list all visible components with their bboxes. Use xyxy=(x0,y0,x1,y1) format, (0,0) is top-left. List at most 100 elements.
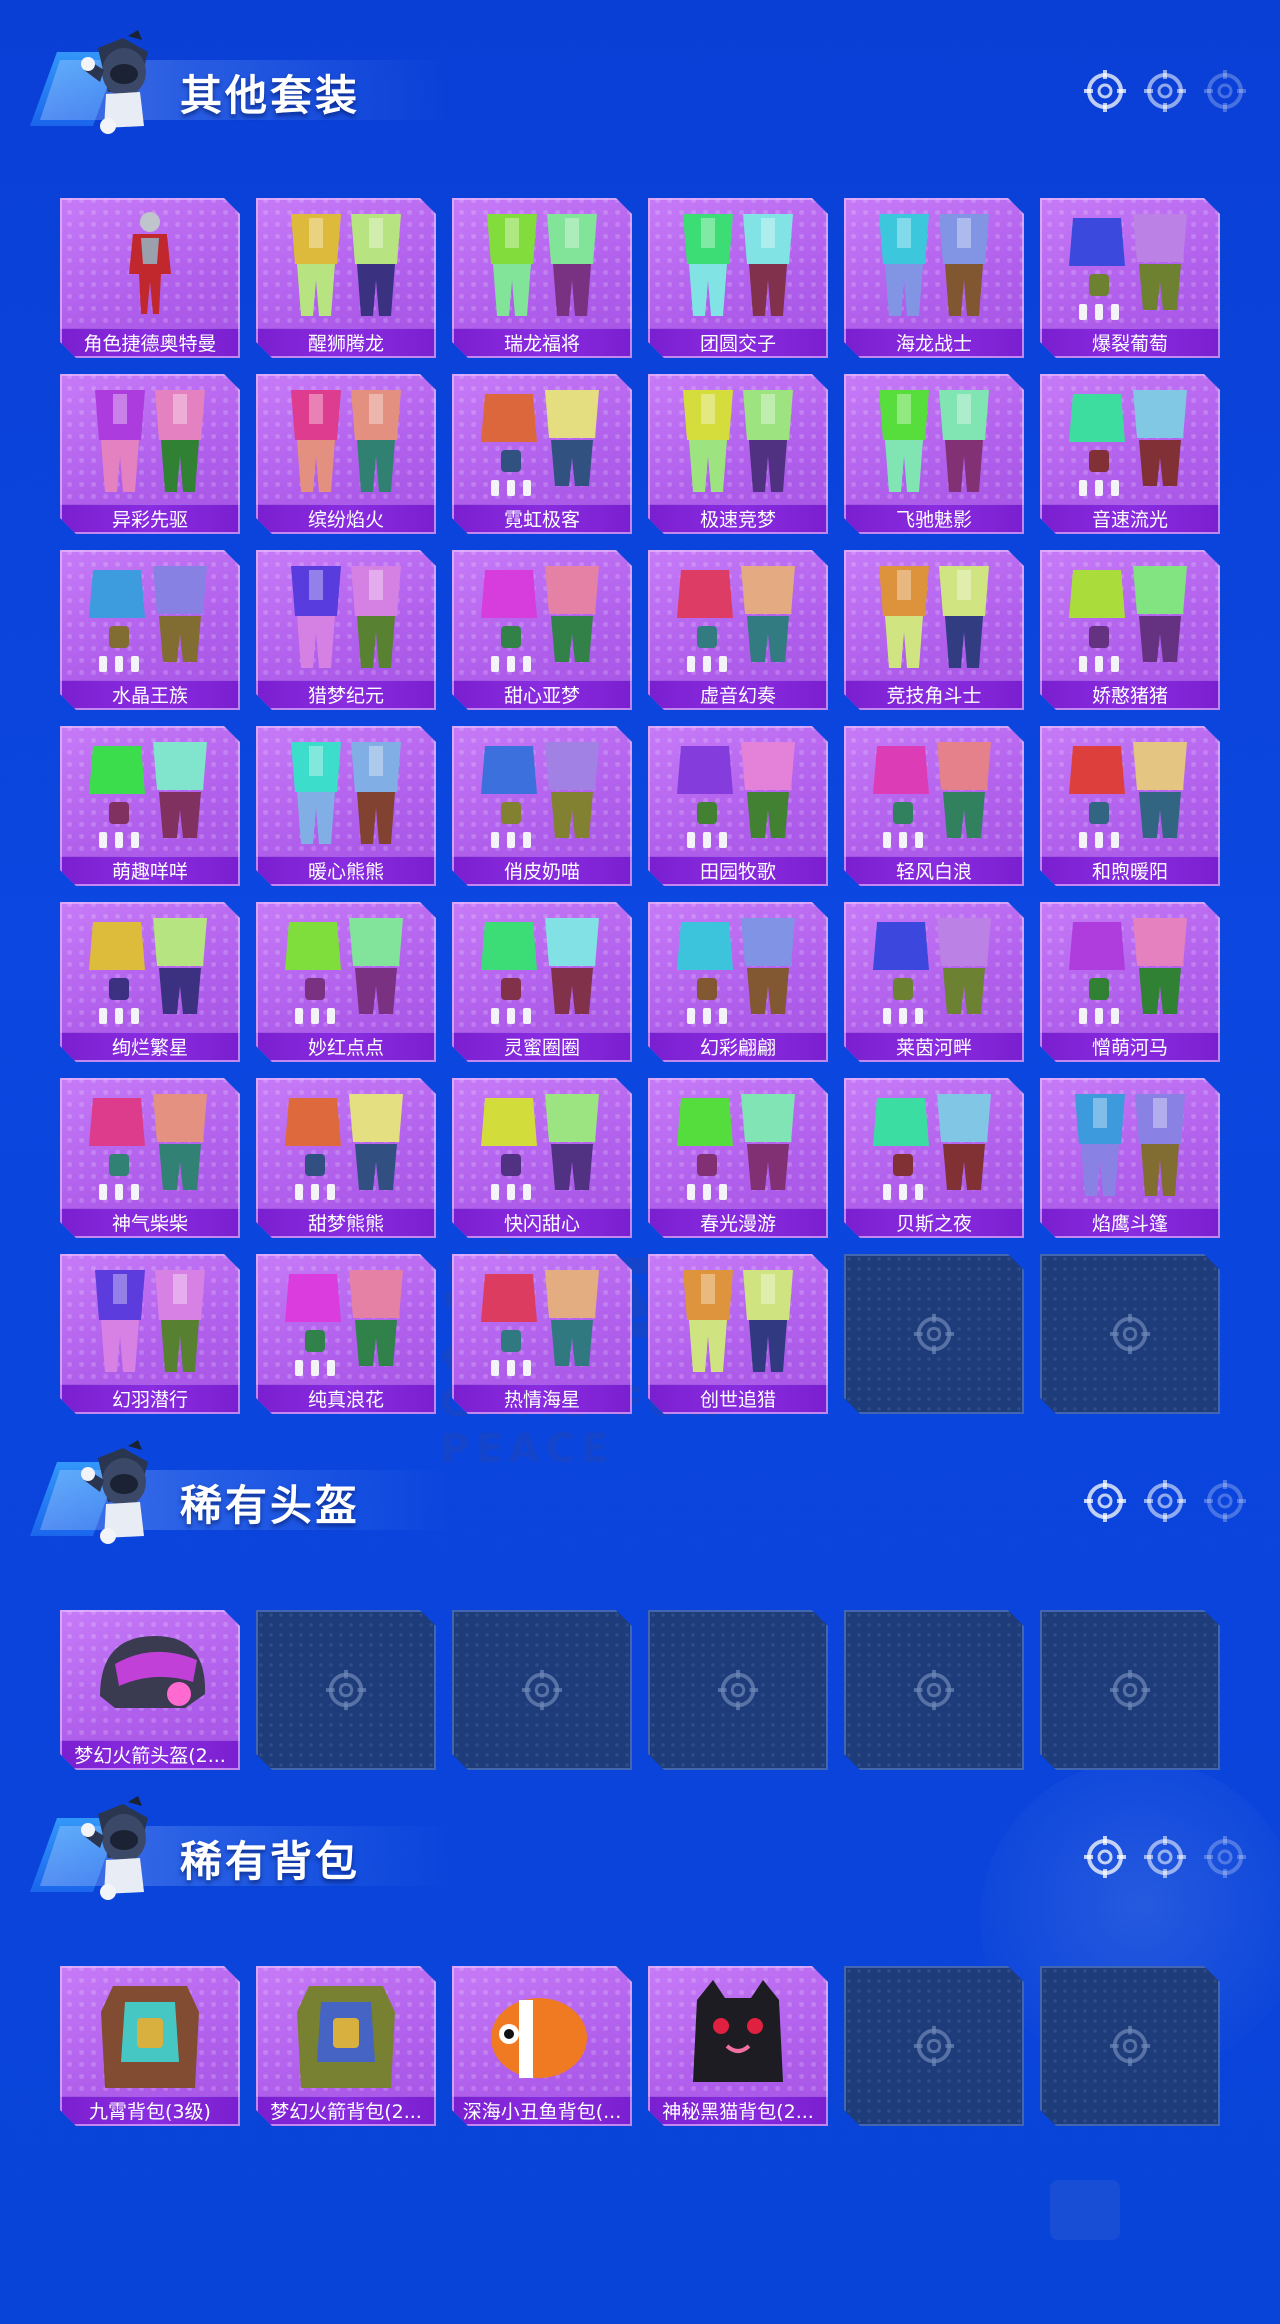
item-label: 团圆交子 xyxy=(648,328,828,358)
item-card[interactable]: 霓虹极客 xyxy=(452,374,632,534)
red-dots-outfit-icon xyxy=(271,908,421,1032)
item-card[interactable]: 娇憨猪猪 xyxy=(1040,550,1220,710)
item-card[interactable]: 梦幻火箭背包(2... xyxy=(256,1966,436,2126)
item-card[interactable]: 神气柴柴 xyxy=(60,1078,240,1238)
item-card[interactable]: 虚音幻奏 xyxy=(648,550,828,710)
mascot-icon xyxy=(78,30,168,140)
item-card[interactable]: 热情海星 xyxy=(452,1254,632,1414)
racer-outfit-icon xyxy=(663,380,813,504)
item-label: 神气柴柴 xyxy=(60,1208,240,1238)
item-label: 角色捷德奥特曼 xyxy=(60,328,240,358)
item-card[interactable]: 贝斯之夜 xyxy=(844,1078,1024,1238)
item-card[interactable]: 缤纷焰火 xyxy=(256,374,436,534)
neon-geek-outfit-icon xyxy=(467,380,617,504)
phantom-feather-outfit-icon xyxy=(75,1260,225,1384)
hippo-outfit-icon xyxy=(1055,908,1205,1032)
item-card[interactable]: 灵蜜圈圈 xyxy=(452,902,632,1062)
item-label: 水晶王族 xyxy=(60,680,240,710)
section-header: 稀有头盔 xyxy=(0,1440,1280,1560)
item-label: 憎萌河马 xyxy=(1040,1032,1220,1062)
clownfish-backpack-icon xyxy=(467,1972,617,2096)
item-card[interactable]: 海龙战士 xyxy=(844,198,1024,358)
item-label: 深海小丑鱼背包(... xyxy=(452,2096,632,2126)
starfish-outfit-icon xyxy=(467,1260,617,1384)
item-card[interactable]: 暖心熊熊 xyxy=(256,726,436,886)
item-card[interactable]: 角色捷德奥特曼 xyxy=(60,198,240,358)
fireworks-outfit-icon xyxy=(271,380,421,504)
genesis-hunter-outfit-icon xyxy=(663,1260,813,1384)
flash-sweet-outfit-icon xyxy=(467,1084,617,1208)
item-card[interactable]: 幻羽潜行 xyxy=(60,1254,240,1414)
mascot-icon xyxy=(78,1796,168,1906)
bass-night-outfit-icon xyxy=(859,1084,1009,1208)
rocket-backpack-icon xyxy=(271,1972,421,2096)
item-card[interactable]: 猎梦纪元 xyxy=(256,550,436,710)
item-card[interactable]: 妙红点点 xyxy=(256,902,436,1062)
empty-slot xyxy=(844,1966,1024,2126)
empty-slot xyxy=(844,1610,1024,1770)
empty-slot xyxy=(648,1610,828,1770)
item-label: 娇憨猪猪 xyxy=(1040,680,1220,710)
item-label: 绚烂繁星 xyxy=(60,1032,240,1062)
item-card[interactable]: 音速流光 xyxy=(1040,374,1220,534)
item-label: 甜心亚梦 xyxy=(452,680,632,710)
item-card[interactable]: 快闪甜心 xyxy=(452,1078,632,1238)
pastoral-outfit-icon xyxy=(663,732,813,856)
item-label: 虚音幻奏 xyxy=(648,680,828,710)
item-card[interactable]: 绚烂繁星 xyxy=(60,902,240,1062)
item-card[interactable]: 竞技角斗士 xyxy=(844,550,1024,710)
item-card[interactable]: 莱茵河畔 xyxy=(844,902,1024,1062)
item-card[interactable]: 甜梦熊熊 xyxy=(256,1078,436,1238)
sunshine-outfit-icon xyxy=(1055,732,1205,856)
item-label: 幻羽潜行 xyxy=(60,1384,240,1414)
crosshair-icon xyxy=(1202,68,1248,114)
empty-slot xyxy=(1040,1610,1220,1770)
item-card[interactable]: 团圆交子 xyxy=(648,198,828,358)
item-label: 贝斯之夜 xyxy=(844,1208,1024,1238)
item-label: 灵蜜圈圈 xyxy=(452,1032,632,1062)
item-card[interactable]: 瑞龙福将 xyxy=(452,198,632,358)
item-label: 俏皮奶喵 xyxy=(452,856,632,886)
item-grid: 梦幻火箭头盔(2... xyxy=(60,1610,1220,1770)
item-card[interactable]: 俏皮奶喵 xyxy=(452,726,632,886)
item-card[interactable]: 神秘黑猫背包(2... xyxy=(648,1966,828,2126)
item-label: 幻彩翩翩 xyxy=(648,1032,828,1062)
item-card[interactable]: 梦幻火箭头盔(2... xyxy=(60,1610,240,1770)
item-card[interactable]: 纯真浪花 xyxy=(256,1254,436,1414)
item-card[interactable]: 极速竞梦 xyxy=(648,374,828,534)
item-card[interactable]: 憎萌河马 xyxy=(1040,902,1220,1062)
bear-outfit-icon xyxy=(271,732,421,856)
item-card[interactable]: 春光漫游 xyxy=(648,1078,828,1238)
item-card[interactable]: 水晶王族 xyxy=(60,550,240,710)
item-card[interactable]: 轻风白浪 xyxy=(844,726,1024,886)
item-label: 梦幻火箭背包(2... xyxy=(256,2096,436,2126)
item-card[interactable]: 幻彩翩翩 xyxy=(648,902,828,1062)
item-card[interactable]: 和煦暖阳 xyxy=(1040,726,1220,886)
item-label: 创世追猎 xyxy=(648,1384,828,1414)
item-card[interactable]: 醒狮腾龙 xyxy=(256,198,436,358)
item-card[interactable]: 飞驰魅影 xyxy=(844,374,1024,534)
item-card[interactable]: 爆裂葡萄 xyxy=(1040,198,1220,358)
item-card[interactable]: 创世追猎 xyxy=(648,1254,828,1414)
item-card[interactable]: 焰鹰斗篷 xyxy=(1040,1078,1220,1238)
section-header: 其他套装 xyxy=(0,30,1280,150)
starry-outfit-icon xyxy=(75,908,225,1032)
item-card[interactable]: 萌趣咩咩 xyxy=(60,726,240,886)
item-card[interactable]: 九霄背包(3级) xyxy=(60,1966,240,2126)
item-label: 缤纷焰火 xyxy=(256,504,436,534)
item-label: 霓虹极客 xyxy=(452,504,632,534)
grape-outfit-icon xyxy=(1055,204,1205,328)
item-card[interactable]: 甜心亚梦 xyxy=(452,550,632,710)
item-card[interactable]: 深海小丑鱼背包(... xyxy=(452,1966,632,2126)
crosshair-icon xyxy=(1108,2024,1152,2068)
item-label: 和煦暖阳 xyxy=(1040,856,1220,886)
flame-hawk-outfit-icon xyxy=(1055,1084,1205,1208)
piggy-outfit-icon xyxy=(1055,556,1205,680)
header-target-icons xyxy=(1082,68,1252,118)
cat-outfit-icon xyxy=(467,732,617,856)
item-card[interactable]: 异彩先驱 xyxy=(60,374,240,534)
item-card[interactable]: 田园牧歌 xyxy=(648,726,828,886)
item-label: 极速竞梦 xyxy=(648,504,828,534)
rainbow-outfit-icon xyxy=(663,908,813,1032)
rocket-helmet-icon xyxy=(75,1616,225,1740)
